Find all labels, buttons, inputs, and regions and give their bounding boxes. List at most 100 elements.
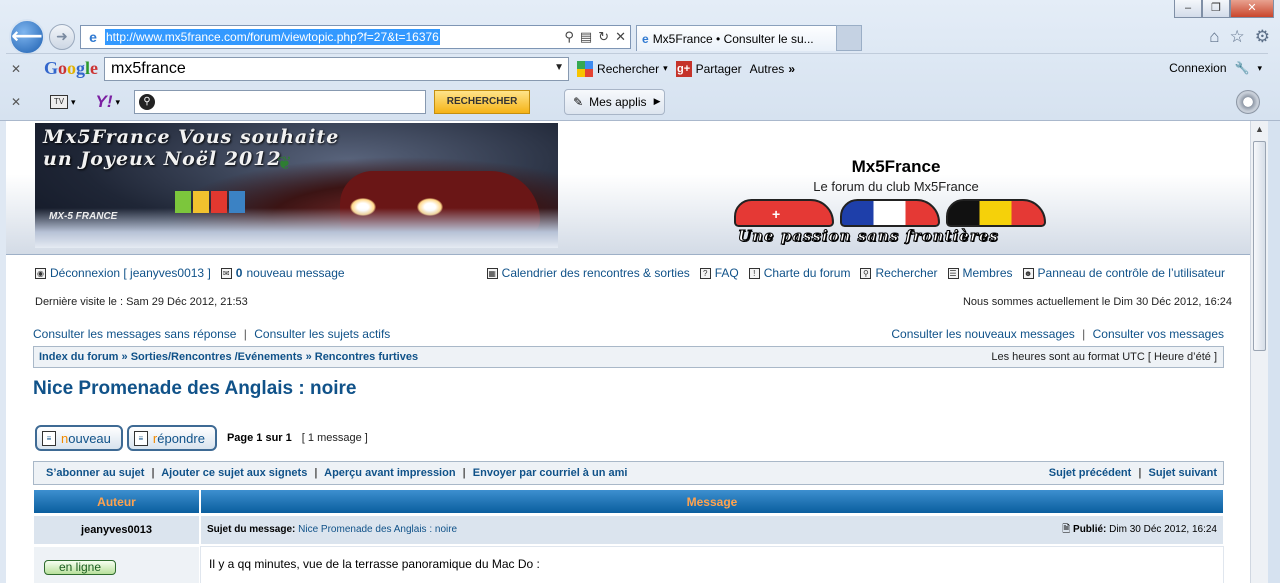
banner-logo: MX-5 FRANCE [49,211,118,222]
document-icon: ≡ [133,431,148,446]
bookmark-link[interactable]: Ajouter ce sujet aux signets [161,467,307,479]
search-link[interactable]: ⚲ Rechercher [860,266,938,280]
share-button[interactable]: g+ Partager [675,60,742,77]
login-link[interactable]: Connexion [1169,61,1226,75]
close-toolbar-icon[interactable]: ✕ [6,95,26,109]
scrollbar-thumb[interactable] [1253,141,1266,351]
double-chevron-right-icon: » [788,61,795,76]
back-button[interactable]: ⟵ [9,19,45,55]
new-tab-button[interactable] [836,25,862,51]
holly-icon: ❦ [277,153,293,173]
chevron-down-icon[interactable]: ▾ [71,97,76,108]
breadcrumb-forum-index[interactable]: Index du forum [39,351,118,363]
google-search-input[interactable]: mx5france ▼ [104,56,570,81]
calendar-icon: ▦ [486,267,498,279]
maximize-button[interactable]: ❐ [1202,0,1230,18]
chevron-down-icon[interactable]: ▾ [116,97,121,108]
new-messages-link[interactable]: ✉ 0 nouveau message [220,266,345,280]
posts-table-header: Auteur Message [33,489,1224,514]
chevron-down-icon: ▾ [663,63,668,73]
page-scrollbar[interactable]: ▲ [1250,121,1268,583]
my-apps-button[interactable]: ✎ Mes applis ▶ [564,89,666,115]
new-topic-button[interactable]: ≡ n ouveau [35,425,123,451]
post-permalink-icon[interactable]: 🗎 [1062,524,1070,535]
browser-chrome: – ❐ ✕ ⟵ ➜ e http://www.mx5france.com/for… [0,0,1280,121]
yahoo-search-button[interactable]: RECHERCHER [434,90,531,114]
post-author[interactable]: jeanyves0013 [33,515,200,545]
your-posts-link[interactable]: Consulter vos messages [1093,327,1224,341]
stop-icon[interactable]: ✕ [615,29,626,45]
email-friend-link[interactable]: Envoyer par courriel à un ami [473,467,628,479]
google-plus-icon: g+ [675,60,692,77]
home-icon[interactable]: ⌂ [1209,27,1219,47]
settings-gear-icon[interactable]: ⚙ [1255,27,1270,47]
post-date: 🗎 Publié: Dim 30 Déc 2012, 16:24 [1062,524,1217,535]
chevron-down-icon[interactable]: ▾ [1257,63,1262,74]
close-toolbar-icon[interactable]: ✕ [6,62,26,76]
control-panel-link[interactable]: ☻ Panneau de contrôle de l’utilisateur [1022,266,1225,280]
gifts-icon [175,191,245,213]
new-posts-link[interactable]: Consulter les nouveaux messages [891,327,1074,341]
french-car-icon [840,199,940,227]
wrench-icon[interactable]: 🔧 [1235,61,1250,75]
compat-view-icon[interactable]: ▤ [580,29,592,45]
tab-mx5france[interactable]: e Mx5France • Consulter le su... ✕ [636,25,862,51]
google-search-button[interactable]: Rechercher ▾ [577,60,668,77]
chevron-right-icon: ▶ [653,96,661,106]
active-topics-link[interactable]: Consulter les sujets actifs [254,327,390,341]
swiss-car-icon: + [734,199,834,227]
members-link[interactable]: ☰ Membres [947,266,1013,280]
address-bar[interactable]: e http://www.mx5france.com/forum/viewtop… [80,25,631,49]
question-icon: ? [699,267,711,279]
reply-button[interactable]: ≡ r épondre [126,425,217,451]
minimize-button[interactable]: – [1174,0,1202,18]
post-subject-link[interactable]: Nice Promenade des Anglais : noire [298,524,457,535]
print-view-link[interactable]: Aperçu avant impression [324,467,455,479]
forum-header: Mx5France Vous souhaite un Joyeux Noël 2… [6,121,1250,255]
post-body-row: en ligne Il y a qq minutes, vue de la te… [33,546,1224,583]
web-page: Mx5France Vous souhaite un Joyeux Noël 2… [6,121,1250,583]
christmas-banner[interactable]: Mx5France Vous souhaite un Joyeux Noël 2… [35,123,558,248]
page-info: Page 1 sur 1 [226,432,292,444]
address-url[interactable]: http://www.mx5france.com/forum/viewtopic… [105,29,440,45]
toolbar-settings-gear-icon[interactable] [1236,90,1260,114]
logout-link[interactable]: ◉ Déconnexion [ jeanyves0013 ] [35,266,211,280]
faq-link[interactable]: ? FAQ [699,266,739,280]
scroll-up-icon[interactable]: ▲ [1251,121,1268,138]
ie-page-icon: e [89,29,97,45]
breadcrumb-rencontres[interactable]: Rencontres furtives [315,351,418,363]
belgian-car-icon [946,199,1046,227]
envelope-icon: ✉ [220,267,232,279]
yahoo-search-input[interactable]: ⚲ [134,90,427,114]
yahoo-toolbar: ✕ TV ▾ Y! ▾ ⚲ RECHERCHER ✎ Mes applis ▶ [6,87,1268,117]
subscribe-link[interactable]: S’abonner au sujet [46,467,144,479]
search-icon[interactable]: ⚲ [564,29,574,45]
document-icon: ≡ [42,431,56,446]
breadcrumb-sorties[interactable]: Sorties/Rencontres /Evénements [131,351,303,363]
user-icon: ☻ [1022,267,1034,279]
window-controls: – ❐ ✕ [1174,0,1274,18]
chevron-down-icon[interactable]: ▼ [554,62,564,73]
unanswered-posts-link[interactable]: Consulter les messages sans réponse [33,327,236,341]
favorites-star-icon[interactable]: ☆ [1230,27,1245,47]
calendar-link[interactable]: ▦ Calendrier des rencontres & sorties [486,266,690,280]
tv-icon[interactable]: TV [50,95,68,109]
apps-icon: ✎ [573,95,584,109]
window-close-button[interactable]: ✕ [1230,0,1274,18]
last-visit: Dernière visite le : Sam 29 Déc 2012, 21… [35,296,248,308]
refresh-icon[interactable]: ↻ [598,29,609,45]
topic-title[interactable]: Nice Promenade des Anglais : noire [33,378,356,400]
previous-topic-link[interactable]: Sujet précédent [1049,467,1132,479]
site-description: Le forum du club Mx5France [813,179,979,194]
more-button[interactable]: Autres » [750,62,795,76]
forward-button[interactable]: ➜ [49,24,75,50]
flag-cars-logo: + [734,199,1046,227]
google-toolbar: ✕ Google mx5france ▼ Rechercher ▾ g+ Par… [6,53,1268,83]
search-icon: ⚲ [139,94,156,110]
yahoo-logo-icon[interactable]: Y! [96,92,113,112]
post-subject: Sujet du message: Nice Promenade des Ang… [200,515,1224,545]
search-icon: ⚲ [860,267,872,279]
next-topic-link[interactable]: Sujet suivant [1149,467,1217,479]
site-name: Mx5France [851,157,941,176]
charter-link[interactable]: ! Charte du forum [748,266,850,280]
